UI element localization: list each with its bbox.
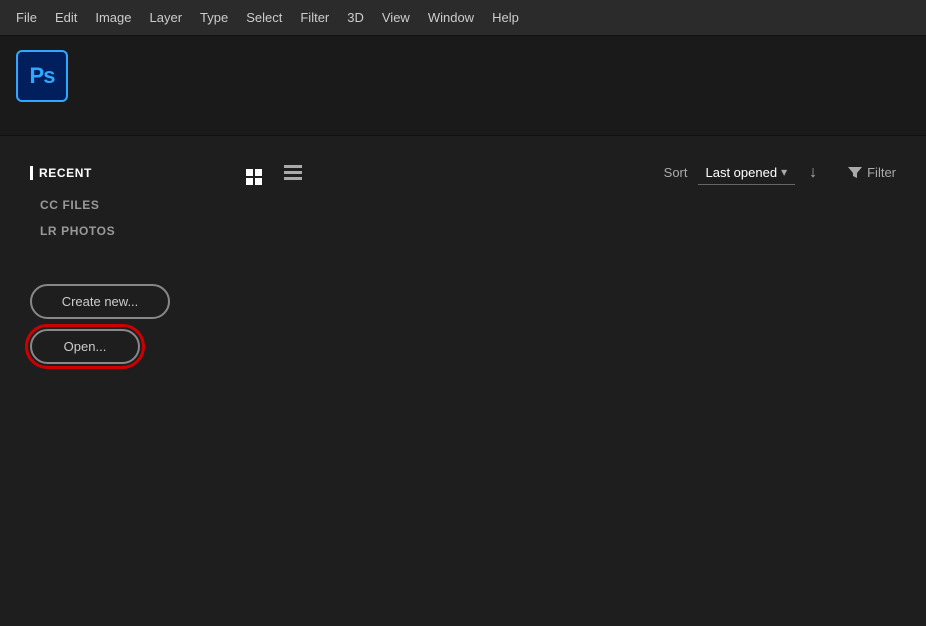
sidebar-item-lr-photos[interactable]: LR PHOTOS — [30, 218, 180, 244]
menu-edit[interactable]: Edit — [47, 6, 85, 29]
menu-file[interactable]: File — [8, 6, 45, 29]
main-area: RECENT CC FILES LR PHOTOS Create new... … — [0, 136, 926, 626]
grid-icon — [246, 169, 262, 185]
list-view-button[interactable] — [278, 161, 308, 184]
content-area: Sort Last opened ▾ ↓ Filter — [200, 136, 926, 626]
chevron-down-icon: ▾ — [781, 165, 787, 179]
menu-help[interactable]: Help — [484, 6, 527, 29]
content-toolbar: Sort Last opened ▾ ↓ Filter — [230, 156, 896, 189]
filter-icon — [847, 165, 863, 181]
menu-filter[interactable]: Filter — [292, 6, 337, 29]
menu-3d[interactable]: 3D — [339, 6, 372, 29]
sidebar-item-cc-files[interactable]: CC FILES — [30, 192, 180, 218]
grid-view-button[interactable] — [240, 156, 268, 189]
open-button[interactable]: Open... — [30, 329, 140, 364]
filter-label: Filter — [867, 165, 896, 180]
menu-type[interactable]: Type — [192, 6, 236, 29]
menu-window[interactable]: Window — [420, 6, 482, 29]
menu-layer[interactable]: Layer — [142, 6, 191, 29]
create-new-button[interactable]: Create new... — [30, 284, 170, 319]
menu-select[interactable]: Select — [238, 6, 290, 29]
sort-direction-icon[interactable]: ↓ — [809, 164, 817, 182]
menu-view[interactable]: View — [374, 6, 418, 29]
sidebar-buttons: Create new... Open... — [30, 284, 180, 364]
menubar: File Edit Image Layer Type Select Filter… — [0, 0, 926, 36]
sort-value: Last opened — [706, 165, 778, 180]
menu-image[interactable]: Image — [87, 6, 139, 29]
sort-label: Sort — [664, 165, 688, 180]
titlebar: Ps — [0, 36, 926, 136]
filter-button[interactable]: Filter — [847, 165, 896, 181]
list-icon — [284, 165, 302, 180]
sidebar: RECENT CC FILES LR PHOTOS Create new... … — [0, 136, 200, 626]
ps-logo: Ps — [16, 50, 68, 102]
sort-dropdown[interactable]: Last opened ▾ — [698, 161, 796, 185]
sidebar-recent-title[interactable]: RECENT — [30, 166, 180, 180]
